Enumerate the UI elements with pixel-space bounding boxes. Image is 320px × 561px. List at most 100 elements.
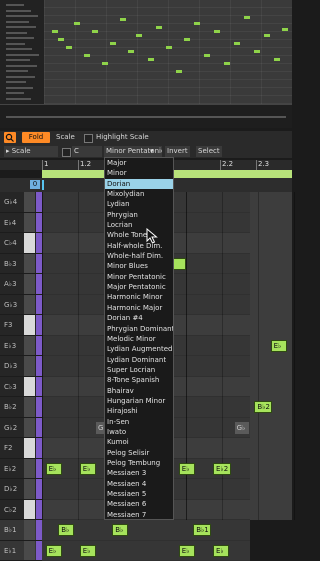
scale-menu-item[interactable]: Pelog Tembung	[105, 458, 173, 468]
scale-dropdown[interactable]: ▸ Scale	[4, 146, 58, 157]
scale-menu-item[interactable]: Minor Blues	[105, 261, 173, 271]
scale-menu-item[interactable]: 8-Tone Spanish	[105, 375, 173, 385]
piano-key[interactable]	[24, 295, 35, 315]
piano-key[interactable]	[24, 459, 35, 479]
scale-highlight-strip	[36, 356, 42, 376]
piano-key-row[interactable]: D♭2	[0, 479, 42, 500]
piano-key[interactable]	[24, 541, 35, 561]
scale-menu-item[interactable]: Whole Tone	[105, 230, 173, 240]
scale-menu-item[interactable]: Phrygian Dominant	[105, 324, 173, 334]
piano-key[interactable]	[24, 315, 35, 335]
piano-key[interactable]	[24, 213, 35, 233]
piano-key-row[interactable]: E♭1	[0, 541, 42, 561]
scale-highlight-strip	[36, 336, 42, 356]
piano-key-row[interactable]: F3	[0, 315, 42, 336]
piano-key-row[interactable]: G♭2	[0, 418, 42, 439]
midi-note[interactable]: E♭	[46, 463, 62, 475]
clip-start-marker[interactable]	[42, 180, 44, 190]
piano-key-row[interactable]: D♭3	[0, 356, 42, 377]
fold-button[interactable]: Fold	[22, 132, 50, 143]
select-button[interactable]: Select	[196, 146, 222, 157]
piano-key[interactable]	[24, 233, 35, 253]
scale-menu-item[interactable]: Iwato	[105, 427, 173, 437]
piano-key[interactable]	[24, 397, 35, 417]
piano-key-row[interactable]: C♭2	[0, 500, 42, 521]
start-marker-badge[interactable]: 0	[30, 180, 40, 189]
piano-key-label: F2	[4, 444, 12, 452]
chevron-down-icon[interactable]: ▾	[150, 146, 154, 157]
piano-key-row[interactable]: G♭3	[0, 295, 42, 316]
midi-note[interactable]: B♭	[112, 524, 128, 536]
piano-key[interactable]	[24, 377, 35, 397]
scale-menu-item[interactable]: Locrian	[105, 220, 173, 230]
piano-key[interactable]	[24, 438, 35, 458]
scale-menu-item[interactable]: Major	[105, 158, 173, 168]
piano-key-row[interactable]: G♭4	[0, 192, 42, 213]
piano-key-row[interactable]: B♭2	[0, 397, 42, 418]
piano-key[interactable]	[24, 336, 35, 356]
piano-key-row[interactable]: E♭4	[0, 213, 42, 234]
piano-key-row[interactable]: E♭2	[0, 459, 42, 480]
scale-menu-item[interactable]: Minor	[105, 168, 173, 178]
piano-key[interactable]	[24, 356, 35, 376]
piano-key-row[interactable]: C♭4	[0, 233, 42, 254]
scale-menu-item[interactable]: Messiaen 7	[105, 510, 173, 520]
scale-menu-item[interactable]: Hirajoshi	[105, 406, 173, 416]
midi-note[interactable]: E♭	[46, 545, 62, 557]
scale-menu-item[interactable]: Harmonic Major	[105, 303, 173, 313]
piano-key[interactable]	[24, 500, 35, 520]
scale-menu-item[interactable]: Lydian Dominant	[105, 355, 173, 365]
midi-note[interactable]: E♭	[80, 463, 96, 475]
midi-note[interactable]: E♭	[179, 463, 195, 475]
scale-menu-item[interactable]: Mixolydian	[105, 189, 173, 199]
highlight-scale-checkbox[interactable]	[84, 134, 93, 143]
midi-note[interactable]: E♭2	[213, 463, 231, 475]
scale-menu-item[interactable]: Messiaen 6	[105, 499, 173, 509]
piano-key[interactable]	[24, 274, 35, 294]
piano-key-row[interactable]: A♭3	[0, 274, 42, 295]
piano-key[interactable]	[24, 479, 35, 499]
scale-menu-item[interactable]: Messiaen 3	[105, 468, 173, 478]
scale-menu-item[interactable]: Lydian	[105, 199, 173, 209]
scale-menu-item[interactable]: Melodic Minor	[105, 334, 173, 344]
scale-menu-item[interactable]: Bhairav	[105, 386, 173, 396]
scale-menu-item[interactable]: Hungarian Minor	[105, 396, 173, 406]
piano-key-row[interactable]: F2	[0, 438, 42, 459]
piano-key-row[interactable]: B♭3	[0, 254, 42, 275]
scale-enable-checkbox[interactable]	[62, 148, 71, 157]
scale-menu-item[interactable]: In-Sen	[105, 417, 173, 427]
piano-key[interactable]	[24, 254, 35, 274]
scale-menu-item[interactable]: Half-whole Dim.	[105, 241, 173, 251]
invert-button[interactable]: Invert	[165, 146, 190, 157]
scale-menu-item[interactable]: Harmonic Minor	[105, 292, 173, 302]
piano-key[interactable]	[24, 520, 35, 540]
scale-menu-item[interactable]: Kumoi	[105, 437, 173, 447]
scale-menu-item[interactable]: Super Locrian	[105, 365, 173, 375]
scale-toggle-button[interactable]: Scale	[56, 132, 75, 143]
piano-key-row[interactable]: B♭1	[0, 520, 42, 541]
piano-key[interactable]	[24, 418, 35, 438]
midi-note[interactable]: E♭	[213, 545, 229, 557]
piano-key-row[interactable]: C♭3	[0, 377, 42, 398]
midi-note[interactable]: E♭	[179, 545, 195, 557]
midi-note[interactable]: B♭2	[254, 401, 272, 413]
scale-menu-item[interactable]: Minor Pentatonic	[105, 272, 173, 282]
scale-menu-item[interactable]: Messiaen 4	[105, 479, 173, 489]
clip-overview	[0, 0, 292, 128]
midi-note[interactable]: B♭1	[193, 524, 211, 536]
piano-key-row[interactable]: E♭3	[0, 336, 42, 357]
scale-menu-item[interactable]: Lydian Augmented	[105, 344, 173, 354]
scale-menu-item[interactable]: Messiaen 5	[105, 489, 173, 499]
midi-note[interactable]: E♭	[80, 545, 96, 557]
piano-key[interactable]	[24, 192, 35, 212]
scale-menu-item[interactable]: Pelog Selisir	[105, 448, 173, 458]
root-note-select[interactable]: C	[72, 146, 102, 157]
search-icon[interactable]	[4, 132, 16, 143]
scale-menu-item[interactable]: Phrygian	[105, 210, 173, 220]
midi-note[interactable]: E♭	[271, 340, 287, 352]
scale-menu-item[interactable]: Whole-half Dim.	[105, 251, 173, 261]
scale-menu-item[interactable]: Dorian	[105, 179, 173, 189]
scale-menu-item[interactable]: Major Pentatonic	[105, 282, 173, 292]
midi-note[interactable]: B♭	[58, 524, 74, 536]
scale-menu-item[interactable]: Dorian #4	[105, 313, 173, 323]
